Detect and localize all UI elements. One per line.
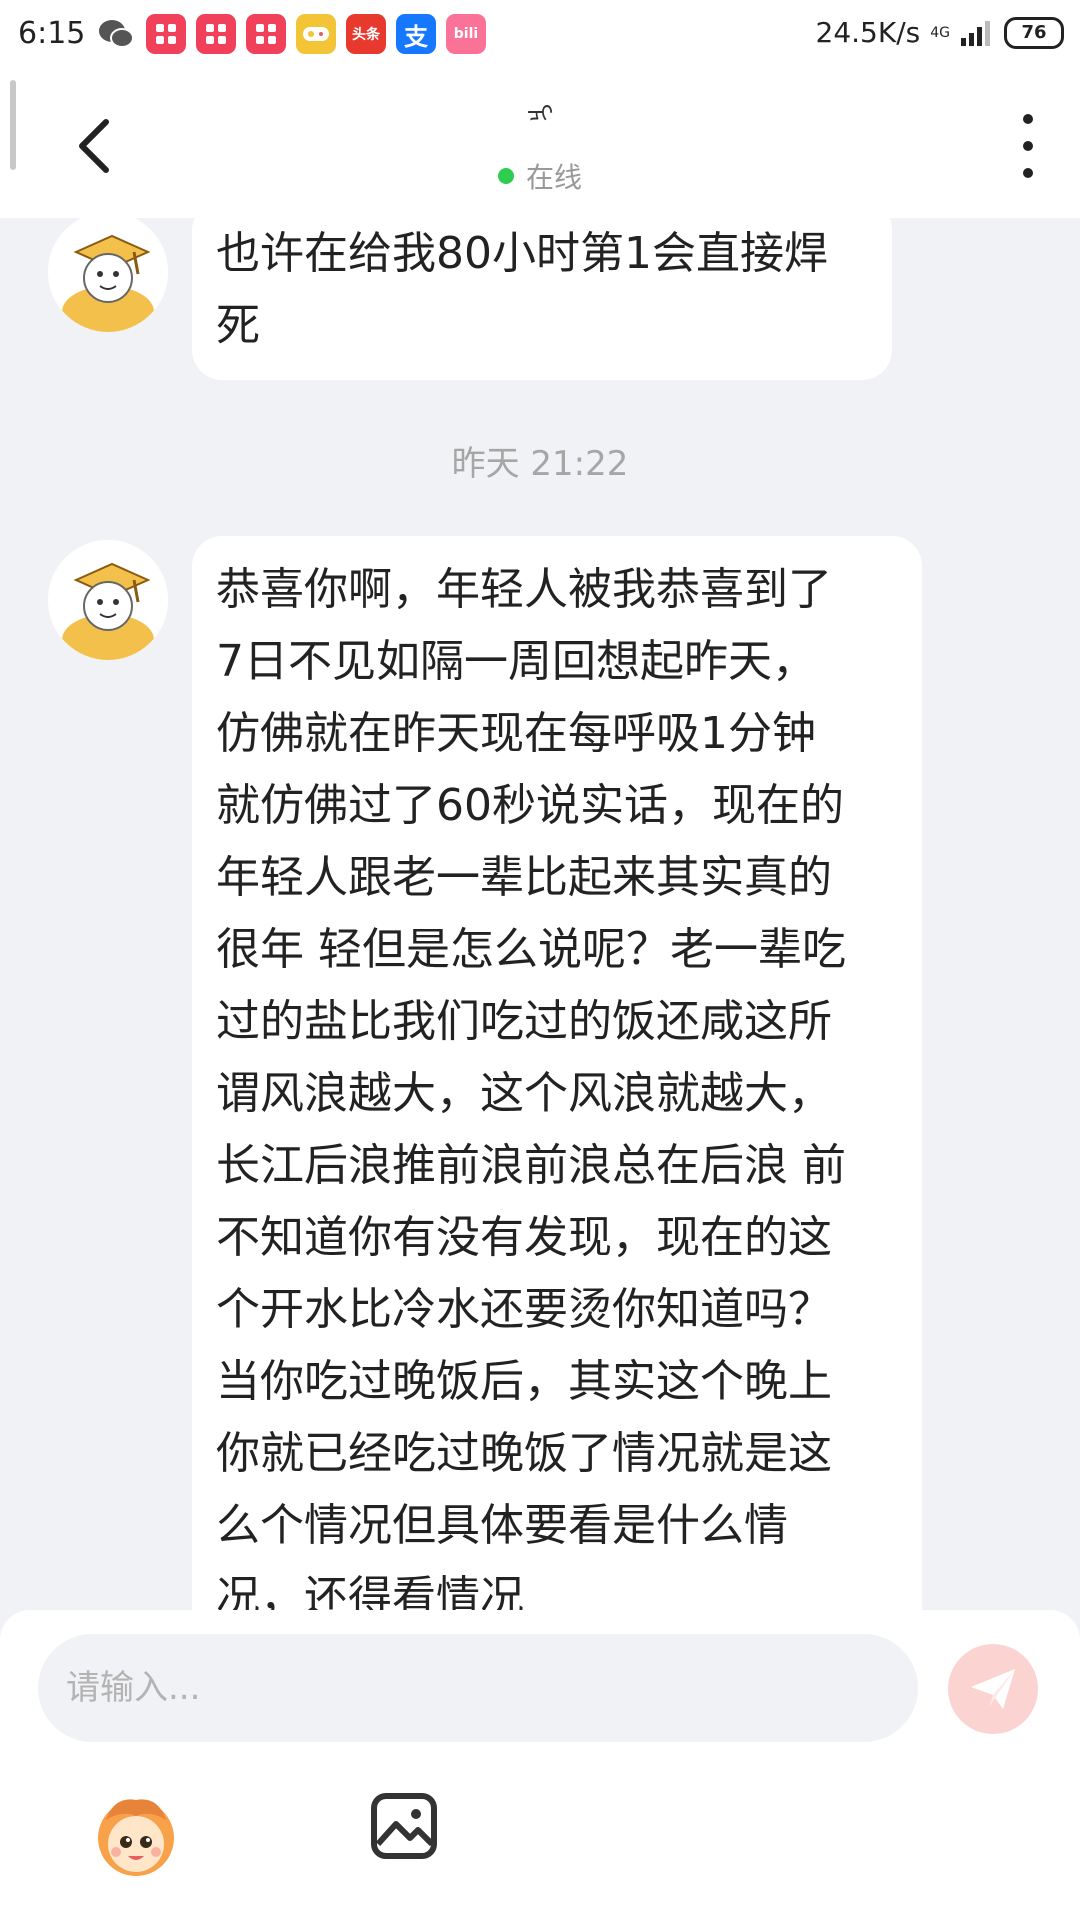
network-type: 4G xyxy=(930,24,950,41)
image-icon xyxy=(371,1793,437,1859)
more-options-button[interactable] xyxy=(1006,114,1050,178)
signal-icon xyxy=(961,20,990,46)
online-status-text: 在线 xyxy=(525,161,582,194)
emoji-button[interactable] xyxy=(92,1790,180,1880)
message-input[interactable] xyxy=(38,1634,918,1742)
online-status-dot xyxy=(497,168,514,184)
app-icon-2 xyxy=(196,14,236,54)
bilibili-icon: bili xyxy=(446,14,486,54)
message-bubble[interactable]: 恭喜你啊，年轻人被我恭喜到了 7日不见如隔一周回想起昨天， 仿佛就在昨天现在每呼… xyxy=(192,536,922,1610)
status-right: 24.5K/s 4G 76 xyxy=(815,16,1064,49)
dot xyxy=(1023,114,1033,124)
message-bubble[interactable]: 也许在给我80小时第1会直接焊 死 xyxy=(192,218,892,380)
dot xyxy=(1023,141,1033,151)
contact-status: 在线 xyxy=(0,156,1080,196)
chat-header: ᠴᠢ 在线 xyxy=(0,72,1080,218)
notification-icons: 头条 支 bili xyxy=(96,14,486,54)
input-bar xyxy=(0,1610,1080,1920)
contact-avatar[interactable] xyxy=(48,218,168,332)
message-list[interactable]: 也许在给我80小时第1会直接焊 死 昨天 21:22 恭喜你啊，年轻人被我恭喜到… xyxy=(0,218,1080,1610)
app-icon-1 xyxy=(146,14,186,54)
contact-avatar[interactable] xyxy=(48,540,168,660)
send-icon xyxy=(971,1669,1015,1709)
status-bar: 6:15 头条 支 bili 24.5K/s 4G 76 xyxy=(0,0,1080,72)
battery-level: 76 xyxy=(1021,22,1047,43)
toutiao-icon: 头条 xyxy=(346,14,386,54)
message-timestamp: 昨天 21:22 xyxy=(451,444,629,484)
network-speed: 24.5K/s xyxy=(815,16,921,49)
battery-icon: 76 xyxy=(1004,16,1064,49)
app-icon-3 xyxy=(246,14,286,54)
dot xyxy=(1023,168,1033,178)
alipay-icon: 支 xyxy=(396,14,436,54)
status-time: 6:15 xyxy=(18,16,86,51)
wechat-icon xyxy=(96,14,136,54)
emoji-mascot-icon xyxy=(98,1799,174,1876)
send-button[interactable] xyxy=(948,1644,1038,1734)
game-icon xyxy=(296,14,336,54)
image-button[interactable] xyxy=(370,1792,438,1860)
chat-contact-name: ᠴᠢ xyxy=(526,102,554,127)
